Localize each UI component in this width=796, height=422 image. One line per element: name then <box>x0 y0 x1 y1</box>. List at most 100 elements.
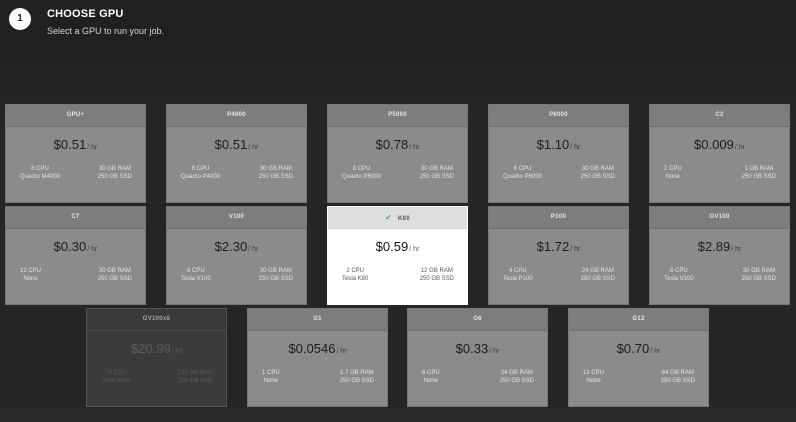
ssd-spec: 250 GB SSD <box>97 174 132 180</box>
cpu-spec: 8 CPU <box>187 268 205 274</box>
cpu-spec: 8 CPU <box>513 166 532 172</box>
price-row: $0.59/ hr <box>328 238 467 256</box>
gpu-specs: 8 CPU Quadro P5000 30 GB RAM 250 GB SSD <box>328 165 467 181</box>
spec-col-left: 6 CPU None <box>422 369 440 385</box>
gpu-specs: 12 CPU None 64 GB RAM 250 GB SSD <box>569 369 708 385</box>
gpu-card-p6000[interactable]: P6000 $1.10/ hr 8 CPU Quadro P6000 30 GB RAM… <box>488 104 629 203</box>
price-unit: / hr <box>734 144 745 151</box>
gpu-card-header: GV100 <box>650 207 789 229</box>
spec-col-left: 79 CPU Tesla V100 <box>101 369 131 385</box>
spec-col-left: 12 CPU None <box>583 369 604 385</box>
ssd-spec: 250 GB SSD <box>339 378 374 384</box>
spec-col-right: 30 GB RAM 250 GB SSD <box>98 267 132 283</box>
ram-spec: 1 GB RAM <box>744 166 774 172</box>
gpu-price: $1.72 <box>536 239 570 254</box>
spec-col-right: 24 GB RAM 250 GB SSD <box>500 369 534 385</box>
gpu-card-header: G12 <box>569 309 708 331</box>
gpu-card-g6[interactable]: G6 $0.33/ hr 6 CPU None 24 GB RAM 250 GB SSD <box>407 308 548 407</box>
gpu-card-gv100[interactable]: GV100 $2.89/ hr 8 CPU Tesla V100 30 GB RAM 25… <box>649 206 790 305</box>
gpu-specs: 1 CPU None 1.7 GB RAM 250 GB SSD <box>248 369 387 385</box>
spec-col-right: 30 GB RAM 250 GB SSD <box>259 267 293 283</box>
gpu-card-p5000[interactable]: P5000 $0.78/ hr 8 CPU Quadro P5000 30 GB RAM… <box>327 104 468 203</box>
price-unit: / hr <box>87 144 98 151</box>
ssd-spec: 250 GB SSD <box>258 276 293 282</box>
spec-col-right: 30 GB RAM 250 GB SSD <box>742 267 776 283</box>
cpu-spec: 4 CPU <box>509 268 527 274</box>
spec-col-left: 8 CPU Quadro P6000 <box>503 165 542 181</box>
cpu-spec: 6 CPU <box>422 370 440 376</box>
gpu-card-gpu[interactable]: GPU+ $0.51/ hr 8 CPU Quadro M4000 30 GB RAM 2… <box>5 104 146 203</box>
ram-spec: 30 GB RAM <box>98 268 131 274</box>
header-spacer <box>0 63 796 97</box>
ssd-spec: 250 GB SSD <box>741 276 776 282</box>
ssd-spec: 250 GB SSD <box>97 276 132 282</box>
price-row: $2.89/ hr <box>650 238 789 256</box>
spec-col-right: 24 GB RAM 250 GB SSD <box>581 267 615 283</box>
gpu-price: $2.89 <box>697 239 731 254</box>
gpu-card-header: G6 <box>408 309 547 331</box>
gpu-card-c2[interactable]: C2 $0.009/ hr 1 CPU None 1 GB RAM 250 GB SSD <box>649 104 790 203</box>
gpu-price: $0.51 <box>53 137 87 152</box>
gpu-card-c7[interactable]: C7 $0.30/ hr 12 CPU None 30 GB RAM 250 GB SSD <box>5 206 146 305</box>
gpu-name: P4000 <box>227 112 246 118</box>
price-row: $0.51/ hr <box>167 136 306 154</box>
step-header: 1 CHOOSE GPU Select a GPU to run your jo… <box>0 0 796 63</box>
gpu-card-k80[interactable]: ✔ K80 $0.59/ hr 2 CPU Tesla K80 12 GB RAM 250 … <box>327 206 468 305</box>
bottom-edge <box>0 408 796 422</box>
gpu-model-spec: None <box>665 174 680 180</box>
gpu-card-p100[interactable]: P100 $1.72/ hr 4 CPU Tesla P100 24 GB RAM 250… <box>488 206 629 305</box>
spec-col-left: 8 CPU Quadro P5000 <box>342 165 381 181</box>
gpu-price: $20.99 <box>131 341 171 356</box>
check-icon: ✔ <box>385 213 393 222</box>
spec-col-right: 64 GB RAM 250 GB SSD <box>661 369 695 385</box>
gpu-name: P5000 <box>388 112 407 118</box>
gpu-specs: 1 CPU None 1 GB RAM 250 GB SSD <box>650 165 789 181</box>
cpu-spec: 12 CPU <box>20 268 42 274</box>
price-row: $0.009/ hr <box>650 136 789 154</box>
price-unit: / hr <box>409 144 420 151</box>
gpu-name: C2 <box>715 112 724 118</box>
spec-col-left: 12 CPU None <box>20 267 41 283</box>
gpu-model-spec: Quadro M4000 <box>20 174 61 180</box>
gpu-specs: 8 CPU Tesla V100 30 GB RAM 250 GB SSD <box>650 267 789 283</box>
cpu-spec: 1 CPU <box>262 370 280 376</box>
gpu-model-spec: Tesla V100 <box>664 276 694 282</box>
cpu-spec: 8 CPU <box>670 268 688 274</box>
price-unit: / hr <box>650 348 661 355</box>
ssd-spec: 250 GB SSD <box>499 378 534 384</box>
price-row: $2.30/ hr <box>167 238 306 256</box>
spec-col-left: 2 CPU Tesla K80 <box>342 267 368 283</box>
gpu-name: G12 <box>632 316 645 322</box>
price-unit: / hr <box>87 246 98 253</box>
gpu-card-header: P100 <box>489 207 628 229</box>
ram-spec: 24 GB RAM <box>581 268 614 274</box>
ssd-spec: 250 GB SSD <box>741 174 776 180</box>
ssd-spec: 250 GB SSD <box>258 174 293 180</box>
gpu-card-v100[interactable]: V100 $2.30/ hr 8 CPU Tesla V100 30 GB RAM 250… <box>166 206 307 305</box>
gpu-name: V100 <box>228 214 245 220</box>
step-number-badge: 1 <box>9 8 31 30</box>
gpu-specs: 4 CPU Tesla P100 24 GB RAM 250 GB SSD <box>489 267 628 283</box>
price-unit: / hr <box>570 144 581 151</box>
gpu-card-g12[interactable]: G12 $0.70/ hr 12 CPU None 64 GB RAM 250 GB SS… <box>568 308 709 407</box>
ssd-spec: 250 GB SSD <box>660 378 695 384</box>
spec-col-right: 30 GB RAM 250 GB SSD <box>98 165 132 181</box>
gpu-card-g1[interactable]: G1 $0.0546/ hr 1 CPU None 1.7 GB RAM 250 GB S… <box>247 308 388 407</box>
gpu-card-header: ✔ K80 <box>328 207 467 229</box>
gpu-price: $0.51 <box>214 137 248 152</box>
gpu-card-p4000[interactable]: P4000 $0.51/ hr 8 CPU Quadro P4000 30 GB RAM… <box>166 104 307 203</box>
ram-spec: 1.7 GB RAM <box>339 370 374 376</box>
gpu-model-spec: None <box>23 276 38 282</box>
gpu-card-header: C7 <box>6 207 145 229</box>
gpu-specs: 2 CPU Tesla K80 12 GB RAM 250 GB SSD <box>328 267 467 283</box>
ssd-spec: 250 GB SSD <box>419 276 454 282</box>
gpu-model-spec: Quadro P5000 <box>342 174 382 180</box>
ram-spec: 30 GB RAM <box>98 166 131 172</box>
gpu-name: GPU+ <box>66 112 85 118</box>
gpu-model-spec: Quadro P4000 <box>181 174 221 180</box>
gpu-specs: 8 CPU Tesla V100 30 GB RAM 250 GB SSD <box>167 267 306 283</box>
cpu-spec: 1 CPU <box>664 166 682 172</box>
spec-col-left: 8 CPU Quadro P4000 <box>181 165 220 181</box>
gpu-card-header: C2 <box>650 105 789 127</box>
ram-spec: 30 GB RAM <box>259 268 292 274</box>
